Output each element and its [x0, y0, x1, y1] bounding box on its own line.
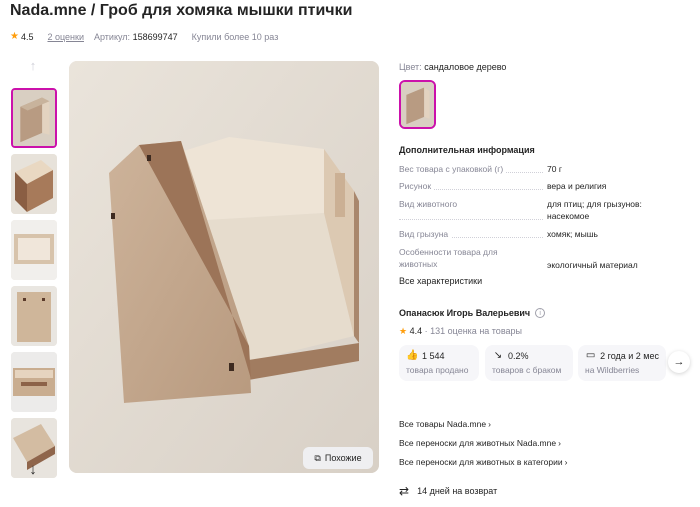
spec-key: Вид грызуна — [399, 229, 452, 239]
spec-key: Особенности товара для животных — [399, 247, 498, 269]
similar-button[interactable]: ⧉ Похожие — [303, 447, 373, 469]
similar-label: Похожие — [324, 453, 362, 463]
product-rating: 4.5 — [20, 31, 34, 42]
color-swatch[interactable] — [399, 80, 436, 129]
thumbnail-3[interactable] — [11, 220, 57, 280]
spec-value: 70 г — [547, 164, 562, 174]
main-product-image[interactable] — [69, 61, 379, 473]
seller-rating: ★ 4.4 · 131 оценка на товары — [399, 326, 522, 336]
star-icon: ★ — [399, 326, 408, 336]
stat-card-time: ▭ 2 года и 2 мес на Wildberries — [578, 345, 666, 381]
color-value: сандаловое дерево — [424, 62, 507, 72]
reviews-link[interactable]: 2 оценки — [47, 32, 84, 42]
spec-value: хомяк; мышь — [547, 229, 598, 239]
arrow-right-icon[interactable]: → — [668, 351, 690, 373]
spec-value: экологичный материал — [547, 260, 638, 270]
link-carriers-category[interactable]: Все переноски для животных в категории › — [399, 457, 567, 467]
purchases-count: Купили более 10 раз — [191, 31, 279, 42]
chevron-right-icon: › — [558, 438, 561, 448]
spec-value: для птиц; для грызунов: насекомое — [547, 199, 642, 221]
info-icon[interactable]: i — [535, 308, 546, 318]
seller-name[interactable]: Опанасюк Игорь Валерьевич i — [399, 308, 546, 318]
spec-value: вера и религия — [547, 181, 607, 191]
arrow-down-icon[interactable]: ↓ — [22, 461, 44, 478]
thumbnail-2[interactable] — [11, 154, 57, 214]
link-all-products[interactable]: Все товары Nada.mne › — [399, 419, 491, 429]
return-arrows-icon: ⇄ — [399, 484, 410, 498]
spec-key: Вес товара с упаковкой (г) — [399, 164, 507, 174]
stat-card-defect: ↘ 0.2% товаров с браком — [485, 345, 573, 381]
arrow-up-icon[interactable]: ↑ — [22, 57, 44, 73]
spec-key: Рисунок — [399, 181, 435, 191]
search-image-icon: ⧉ — [314, 452, 321, 463]
link-carriers-brand[interactable]: Все переноски для животных Nada.mne › — [399, 438, 561, 448]
chevron-right-icon: › — [564, 457, 568, 467]
chevron-right-icon: › — [488, 419, 491, 429]
thumbnail-5[interactable] — [11, 352, 57, 412]
article-number: Артикул: 158699747 — [94, 31, 178, 42]
product-title: Nada.mne / Гроб для хомяка мышки птички — [10, 2, 353, 19]
spec-key: Вид животного — [399, 199, 461, 209]
refund-info: ⇄ 14 дней на возврат — [399, 484, 498, 498]
star-icon: ★ — [10, 31, 19, 42]
color-line: Цвет: сандаловое дерево — [399, 62, 507, 72]
trend-down-icon: ↘ — [493, 350, 503, 361]
stat-card-sold: 👍 1 544 товара продано — [399, 345, 479, 381]
thumbnail-4[interactable] — [11, 286, 57, 346]
thumbnail-1[interactable] — [11, 88, 57, 148]
thumbs-up-icon: 👍 — [406, 350, 419, 361]
specs-title: Дополнительная информация — [399, 145, 535, 155]
product-meta: ★ 4.5 2 оценки Артикул: 158699747 Купили… — [10, 31, 278, 42]
calendar-icon: ▭ — [585, 350, 596, 361]
all-specs-link[interactable]: Все характеристики — [399, 276, 482, 286]
